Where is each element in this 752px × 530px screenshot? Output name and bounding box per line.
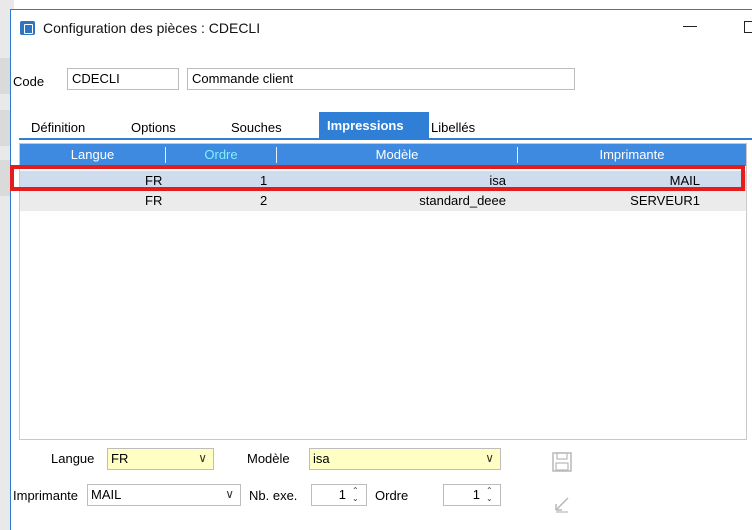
cell-modele: isa	[489, 173, 506, 188]
cell-imprimante: SERVEUR1	[630, 193, 700, 208]
cell-modele: standard_deee	[419, 193, 506, 208]
imprimante-select[interactable]: MAIL ∨	[87, 484, 241, 506]
window-title: Configuration des pièces : CDECLI	[43, 20, 261, 36]
ordre-stepper[interactable]: 1 ⌃ ⌄	[443, 484, 501, 506]
tab-options[interactable]: Options	[131, 120, 176, 135]
table-row[interactable]: FR 1 isa MAIL	[20, 171, 746, 191]
tab-souches[interactable]: Souches	[231, 120, 282, 135]
background-block	[0, 58, 10, 94]
nb-exe-value: 1	[338, 487, 346, 502]
cell-imprimante: MAIL	[669, 173, 700, 188]
imprimante-value: MAIL	[91, 487, 122, 502]
cell-ordre: 1	[260, 173, 268, 188]
code-label: Code	[13, 74, 45, 89]
modele-value: isa	[313, 451, 330, 466]
cell-langue: FR	[145, 173, 163, 188]
modele-label: Modèle	[247, 451, 290, 466]
chevron-down-icon: ∨	[198, 451, 207, 465]
chevron-down-icon: ∨	[485, 451, 494, 465]
column-header-ordre[interactable]: Ordre	[166, 147, 276, 162]
title-bar[interactable]: Configuration des pièces : CDECLI	[11, 10, 752, 42]
ordre-value: 1	[472, 487, 480, 502]
cell-ordre: 2	[260, 193, 268, 208]
tab-definition[interactable]: Définition	[31, 120, 85, 135]
app-icon	[20, 21, 35, 35]
langue-label: Langue	[51, 451, 95, 466]
background-block	[0, 110, 10, 146]
spin-arrows-icon[interactable]: ⌃ ⌄	[351, 486, 363, 504]
impressions-grid[interactable]: Langue Ordre Modèle Imprimante FR 1 isa …	[19, 143, 747, 440]
background-block	[0, 160, 10, 196]
langue-select[interactable]: FR ∨	[107, 448, 214, 470]
nb-exe-stepper[interactable]: 1 ⌃ ⌄	[311, 484, 367, 506]
grid-header: Langue Ordre Modèle Imprimante	[20, 144, 746, 166]
chevron-down-icon: ∨	[225, 487, 234, 501]
minimize-icon[interactable]	[683, 26, 697, 27]
column-header-imprimante[interactable]: Imprimante	[518, 147, 746, 162]
undo-icon[interactable]	[551, 494, 573, 516]
cell-langue: FR	[145, 193, 163, 208]
configuration-window: Configuration des pièces : CDECLI Code C…	[10, 9, 752, 530]
tab-impressions[interactable]: Impressions	[319, 112, 429, 138]
maximize-icon[interactable]	[744, 21, 752, 33]
spin-arrows-icon[interactable]: ⌃ ⌄	[485, 486, 497, 504]
ordre-label: Ordre	[375, 488, 409, 503]
code-field[interactable]: CDECLI	[67, 68, 179, 90]
column-header-langue[interactable]: Langue	[20, 147, 165, 162]
langue-value: FR	[111, 451, 129, 466]
description-field[interactable]: Commande client	[187, 68, 575, 90]
modele-select[interactable]: isa ∨	[309, 448, 501, 470]
imprimante-label: Imprimante	[13, 488, 79, 503]
nb-exe-label: Nb. exe.	[249, 488, 298, 503]
table-row[interactable]: FR 2 standard_deee SERVEUR1	[20, 191, 746, 211]
tab-libelles[interactable]: Libellés	[431, 120, 475, 135]
column-header-modele[interactable]: Modèle	[277, 147, 517, 162]
save-icon[interactable]	[551, 451, 573, 473]
tab-underline	[19, 138, 752, 140]
